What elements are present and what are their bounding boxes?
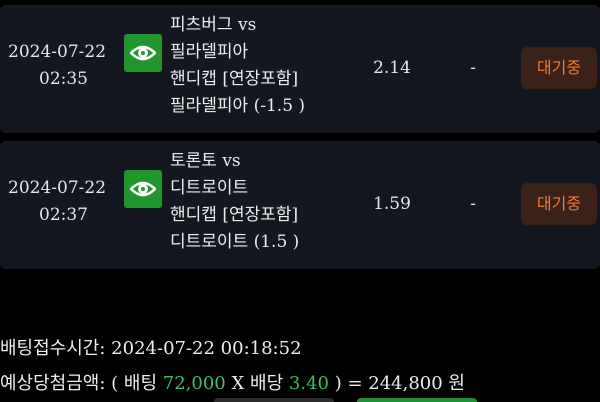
bet-time: 02:37 xyxy=(39,205,88,225)
winnings-label: 예상당첨금액: xyxy=(0,373,106,394)
primary-action-button[interactable] xyxy=(357,398,477,402)
match-teams: 피츠버그 vs xyxy=(170,15,257,35)
bet-datetime: 2024-07-22 02:37 xyxy=(8,175,108,229)
open-paren-bet: ( 배팅 xyxy=(111,373,158,394)
bet-market: 핸디캡 [연장포함] xyxy=(170,205,299,225)
bet-time-value: 2024-07-22 00:18:52 xyxy=(111,338,302,359)
total-odds: 3.40 xyxy=(288,373,329,394)
winnings-total: ) = 244,800 원 xyxy=(334,373,465,394)
match-teams: 토론토 vs xyxy=(170,151,241,171)
bet-time-label: 배팅접수시간: xyxy=(0,338,106,359)
match-info: 피츠버그 vs 필라델피아 핸디캡 [연장포함] 필라델피아 (-1.5 ) xyxy=(170,12,340,120)
bet-result: - xyxy=(470,194,476,214)
bet-card: 2024-07-22 02:35 피츠버그 vs 필라델피아 핸디캡 [연장포함… xyxy=(0,5,600,133)
eye-icon xyxy=(130,45,156,61)
bet-pick: 필라델피아 (-1.5 ) xyxy=(170,96,306,116)
bet-date: 2024-07-22 xyxy=(8,178,107,198)
expected-winnings: 예상당첨금액: ( 배팅 72,000 X 배당 3.40 ) = 244,80… xyxy=(0,369,465,395)
bet-time: 02:35 xyxy=(39,69,88,89)
view-bet-button[interactable] xyxy=(124,34,162,72)
eye-icon xyxy=(130,181,156,197)
match-info: 토론토 vs 디트로이트 핸디캡 [연장포함] 디트로이트 (1.5 ) xyxy=(170,148,340,256)
bet-card: 2024-07-22 02:37 토론토 vs 디트로이트 핸디캡 [연장포함]… xyxy=(0,141,600,269)
times-odds-label: X 배당 xyxy=(231,373,284,394)
bet-odds: 2.14 xyxy=(373,58,411,78)
bet-date: 2024-07-22 xyxy=(8,42,107,62)
bet-datetime: 2024-07-22 02:35 xyxy=(8,39,108,93)
match-team-away: 필라델피아 xyxy=(170,42,249,62)
match-team-away: 디트로이트 xyxy=(170,178,249,198)
secondary-action-button[interactable] xyxy=(214,398,334,402)
bet-amount: 72,000 xyxy=(162,373,226,394)
bet-pick: 디트로이트 (1.5 ) xyxy=(170,232,300,252)
bet-odds: 1.59 xyxy=(373,194,411,214)
status-pending-button[interactable]: 대기중 xyxy=(521,183,597,225)
bet-market: 핸디캡 [연장포함] xyxy=(170,69,299,89)
view-bet-button[interactable] xyxy=(124,170,162,208)
bet-received-time: 배팅접수시간: 2024-07-22 00:18:52 xyxy=(0,334,302,360)
bet-result: - xyxy=(470,58,476,78)
status-pending-button[interactable]: 대기중 xyxy=(521,47,597,89)
bet-history-page: 2024-07-22 02:35 피츠버그 vs 필라델피아 핸디캡 [연장포함… xyxy=(0,0,600,402)
